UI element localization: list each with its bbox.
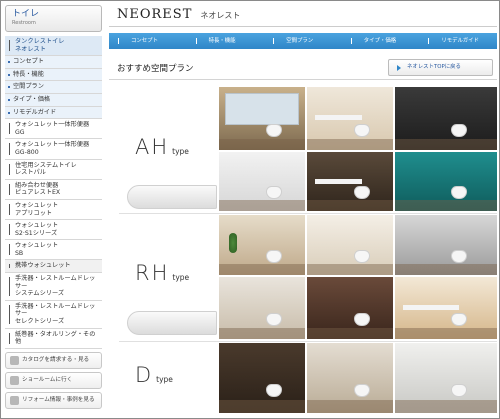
photo-floor bbox=[395, 200, 497, 211]
space-plan-photo[interactable] bbox=[307, 343, 393, 413]
type-d-label: Dtype bbox=[135, 363, 173, 387]
back-to-top-label: ネオレストTOPに戻る bbox=[407, 64, 461, 70]
type-divider bbox=[119, 341, 497, 342]
back-to-top-button[interactable]: ネオレストTOPに戻る bbox=[388, 59, 493, 76]
space-plan-photo[interactable] bbox=[219, 343, 305, 413]
space-plan-photo[interactable] bbox=[395, 152, 497, 211]
type-rh-name: RH bbox=[135, 261, 170, 285]
space-plan-photo[interactable] bbox=[219, 152, 305, 211]
type-rh-suffix: type bbox=[172, 273, 190, 282]
sidebar-item[interactable]: 空間プラン bbox=[5, 81, 102, 94]
type-ah-panel[interactable]: AH type bbox=[119, 87, 217, 211]
showroom-icon bbox=[10, 375, 19, 385]
type-ah-suffix: type bbox=[172, 147, 189, 156]
photo-floor bbox=[219, 264, 305, 275]
type-divider bbox=[119, 213, 497, 214]
sidebar-item[interactable]: 住宅用システムトイレ レストパル bbox=[5, 159, 102, 180]
nav-item[interactable]: 特長・機能 bbox=[187, 33, 265, 49]
sidebar-item[interactable]: ウォシュレット一体形便器 GG-800 bbox=[5, 139, 102, 160]
toilet-ah-illustration bbox=[127, 185, 217, 209]
sidebar-title: トイレ bbox=[12, 9, 40, 19]
brand-logo[interactable]: NEOREST ネオレスト bbox=[117, 7, 240, 22]
space-plan-photo[interactable] bbox=[395, 343, 497, 413]
nav-item[interactable]: コンセプト bbox=[109, 33, 187, 49]
nav-item[interactable]: タイプ・価格 bbox=[342, 33, 420, 49]
sidebar-action-button[interactable]: カタログを請求する・見る bbox=[5, 351, 102, 369]
photo-counter bbox=[403, 305, 459, 310]
photo-counter bbox=[315, 179, 362, 184]
type-d-suffix: type bbox=[156, 375, 173, 384]
brand-name: NEOREST bbox=[117, 7, 193, 22]
title-divider bbox=[109, 79, 497, 80]
sidebar-action-button[interactable]: リフォーム情報・事例を見る bbox=[5, 391, 102, 409]
sidebar-item[interactable]: 手洗器・レストルームドレッサー セレクトシリーズ bbox=[5, 300, 102, 329]
space-plan-photo[interactable] bbox=[395, 87, 497, 150]
photo-floor bbox=[219, 328, 305, 339]
sidebar-item[interactable]: 特長・機能 bbox=[5, 68, 102, 82]
photo-floor bbox=[307, 328, 393, 339]
page-frame: トイレ Restroom タンクレストイレ ネオレスト コンセプト 特長・機能 空間プ… bbox=[0, 0, 500, 419]
photo-floor bbox=[307, 400, 393, 413]
type-ah-name: AH bbox=[135, 135, 170, 159]
toilet-rh-illustration bbox=[127, 311, 217, 335]
type-d-panel[interactable]: Dtype bbox=[119, 343, 217, 413]
reform-icon bbox=[10, 395, 19, 405]
photo-plant bbox=[229, 233, 237, 253]
photo-floor bbox=[395, 139, 497, 150]
photo-floor bbox=[395, 328, 497, 339]
arrow-right-icon bbox=[397, 65, 401, 71]
space-plan-photo[interactable] bbox=[219, 215, 305, 275]
sidebar-item[interactable]: ウォシュレット アプリコット bbox=[5, 199, 102, 221]
sidebar-item[interactable]: タイプ・価格 bbox=[5, 93, 102, 107]
type-d-name: D bbox=[135, 363, 154, 387]
sidebar-action-label: ショールームに行く bbox=[22, 376, 73, 383]
photo-floor bbox=[219, 139, 305, 150]
sidebar-item[interactable]: リモデルガイド bbox=[5, 106, 102, 120]
space-plan-photo[interactable] bbox=[219, 277, 305, 339]
photo-floor bbox=[395, 400, 497, 413]
type-rh-label: RH type bbox=[135, 261, 189, 285]
nav-item[interactable]: リモデルガイド bbox=[419, 33, 497, 49]
photo-floor bbox=[219, 200, 305, 211]
sidebar-action-label: カタログを請求する・見る bbox=[22, 356, 90, 363]
sidebar-item[interactable]: ウォシュレット一体形便器 GG bbox=[5, 119, 102, 140]
catalog-icon bbox=[10, 355, 19, 365]
sidebar-action-button[interactable]: ショールームに行く bbox=[5, 371, 102, 389]
sidebar-header[interactable]: トイレ Restroom bbox=[5, 5, 102, 32]
space-plan-photo[interactable] bbox=[395, 277, 497, 339]
type-rh-panel[interactable]: RH type bbox=[119, 215, 217, 339]
sidebar-item[interactable]: タンクレストイレ ネオレスト bbox=[5, 36, 102, 57]
sidebar-action-label: リフォーム情報・事例を見る bbox=[22, 396, 95, 403]
photo-floor bbox=[219, 400, 305, 413]
sidebar-list: タンクレストイレ ネオレスト コンセプト 特長・機能 空間プラン タイプ・価格 リモデルガ… bbox=[5, 36, 102, 349]
sidebar-item[interactable]: ウォシュレット SB bbox=[5, 240, 102, 261]
photo-floor bbox=[307, 200, 393, 211]
sidebar-item[interactable]: 手洗器・レストルームドレッサー システムシリーズ bbox=[5, 273, 102, 301]
brand-kana: ネオレスト bbox=[200, 11, 241, 20]
photo-counter bbox=[315, 115, 362, 120]
sidebar-item[interactable]: 携帯ウォシュレット bbox=[5, 260, 102, 274]
header-divider bbox=[109, 26, 497, 27]
sidebar-item[interactable]: コンセプト bbox=[5, 56, 102, 69]
sidebar-item[interactable]: 紙巻器・タオルリング・その他 bbox=[5, 328, 102, 349]
space-plan-photo[interactable] bbox=[307, 152, 393, 211]
sidebar-item[interactable]: ウォシュレット S2·S1シリーズ bbox=[5, 220, 102, 241]
type-ah-label: AH type bbox=[135, 135, 189, 159]
sidebar: トイレ Restroom タンクレストイレ ネオレスト コンセプト 特長・機能 空間プ… bbox=[5, 5, 102, 409]
sidebar-buttons: カタログを請求する・見る ショールームに行くリフォーム情報・事例を見る bbox=[5, 351, 102, 409]
photo-floor bbox=[307, 139, 393, 150]
space-plan-photo[interactable] bbox=[307, 215, 393, 275]
sidebar-subtitle: Restroom bbox=[12, 20, 36, 26]
space-plan-photo[interactable] bbox=[307, 277, 393, 339]
space-plan-photo[interactable] bbox=[395, 215, 497, 275]
photo-window bbox=[225, 93, 299, 125]
global-nav: コンセプト 特長・機能 空間プラン タイプ・価格 リモデルガイド bbox=[109, 33, 497, 49]
photo-floor bbox=[395, 264, 497, 275]
photo-floor bbox=[307, 264, 393, 275]
nav-item[interactable]: 空間プラン bbox=[264, 33, 342, 49]
space-plan-photo[interactable] bbox=[307, 87, 393, 150]
space-plan-photo[interactable] bbox=[219, 87, 305, 150]
sidebar-item[interactable]: 組み合わせ便器 ピュアレストEX bbox=[5, 179, 102, 200]
page-title: おすすめ空間プラン bbox=[117, 64, 194, 74]
